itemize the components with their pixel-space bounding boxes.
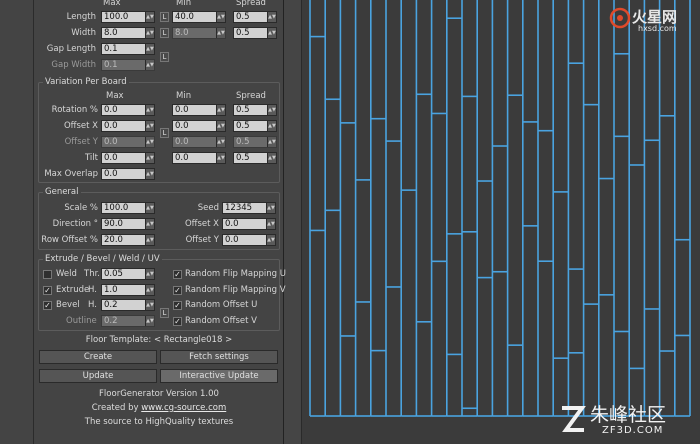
watermark-url: hxsd.com <box>638 24 677 33</box>
tilt-max-spinner[interactable]: 0.0 ▲▼ <box>101 152 155 164</box>
random-flip-v-label: Random Flip Mapping V <box>185 285 286 295</box>
weld-checkbox[interactable] <box>43 270 52 279</box>
general-group-title: General <box>43 187 81 198</box>
general-offset-x-label: Offset X <box>184 219 219 229</box>
rotation-min-spinner[interactable]: 0.0 ▲▼ <box>172 104 226 116</box>
watermark-url: ZF3D.COM <box>602 425 664 436</box>
width-min-spinner: 8.0 ▲▼ <box>172 27 226 39</box>
tilt-min-spinner[interactable]: 0.0 ▲▼ <box>172 152 226 164</box>
viewport[interactable]: 火星网 hxsd.com 朱峰社区 ZF3D.COM <box>302 0 700 444</box>
panel-edge <box>0 0 34 444</box>
direction-label: Direction ° <box>52 219 98 229</box>
offset-x-spread-spinner[interactable]: 0.5 ▲▼ <box>233 120 277 132</box>
offset-y-label: Offset Y <box>64 137 98 147</box>
direction-spinner[interactable]: 90.0 ▲▼ <box>101 218 155 230</box>
length-lock-button[interactable]: L <box>160 12 169 22</box>
tagline-text: The source to HighQuality textures <box>84 417 234 427</box>
offset-y-max-spinner: 0.0 ▲▼ <box>101 136 155 148</box>
random-flip-u-label: Random Flip Mapping U <box>185 269 287 279</box>
bevel-label: Bevel <box>56 300 80 310</box>
offset-y-min-spinner: 0.0 ▲▼ <box>172 136 226 148</box>
length-label: Length <box>66 12 96 22</box>
rotation-max-spinner[interactable]: 0.0 ▲▼ <box>101 104 155 116</box>
bevel-checkbox[interactable]: ✓ <box>43 301 52 310</box>
random-flip-u-checkbox[interactable]: ✓ <box>173 270 182 279</box>
panel-scrollbar[interactable] <box>284 0 302 444</box>
rotation-label: Rotation % <box>51 105 98 115</box>
column-min-header: Min <box>176 91 192 101</box>
create-button[interactable]: Create <box>39 350 157 364</box>
floor-template-picker[interactable]: Floor Template: < Rectangle018 > <box>34 334 284 346</box>
column-min-header: Min <box>176 0 192 8</box>
column-spread-header: Spread <box>236 0 266 8</box>
offset-x-min-spinner[interactable]: 0.0 ▲▼ <box>172 120 226 132</box>
general-offset-y-label: Offset Y <box>185 235 219 245</box>
scale-spinner[interactable]: 100.0 ▲▼ <box>101 202 155 214</box>
tilt-spread-spinner[interactable]: 0.5 ▲▼ <box>233 152 277 164</box>
offset-x-label: Offset X <box>63 121 98 131</box>
gap-length-spinner[interactable]: 0.1 ▲▼ <box>101 43 155 55</box>
seed-spinner[interactable]: 12345 ▲▼ <box>222 202 276 214</box>
bevel-lock-button[interactable]: L <box>160 308 169 318</box>
max-overlap-label: Max Overlap <box>44 169 98 179</box>
length-max-spinner[interactable]: 100.0 ▲▼ <box>101 11 155 23</box>
extrude-height-label: H. <box>88 285 97 295</box>
offset-lock-button[interactable]: L <box>160 128 169 138</box>
floor-planks-wireframe <box>309 0 691 417</box>
rotation-spread-spinner[interactable]: 0.5 ▲▼ <box>233 104 277 116</box>
weld-threshold-spinner[interactable]: 0.05 ▲▼ <box>101 268 155 280</box>
row-offset-label: Row Offset % <box>41 235 98 245</box>
column-spread-header: Spread <box>236 91 266 101</box>
row-offset-spinner[interactable]: 20.0 ▲▼ <box>101 234 155 246</box>
width-lock-button[interactable]: L <box>160 28 169 38</box>
column-max-header: Max <box>103 0 121 8</box>
gap-length-label: Gap Length <box>46 44 96 54</box>
length-min-spinner[interactable]: 40.0 ▲▼ <box>172 11 226 23</box>
outline-label: Outline <box>66 316 97 326</box>
zf3d-logo-icon <box>562 406 586 432</box>
extrude-label: Extrude <box>56 285 90 295</box>
extrude-group-title: Extrude / Bevel / Weld / UV <box>43 254 162 265</box>
bevel-height-spinner[interactable]: 0.2 ▲▼ <box>101 299 155 311</box>
random-offset-u-label: Random Offset U <box>185 300 258 310</box>
variation-group-title: Variation Per Board <box>43 77 129 88</box>
seed-label: Seed <box>197 203 219 213</box>
length-spread-spinner[interactable]: 0.5 ▲▼ <box>233 11 277 23</box>
scale-label: Scale % <box>64 203 98 213</box>
credits-line: Created by www.cg-source.com <box>34 402 284 414</box>
gap-width-label: Gap Width <box>51 60 96 70</box>
interactive-update-button[interactable]: Interactive Update <box>160 369 278 383</box>
gap-width-spinner: 0.1 ▲▼ <box>101 59 155 71</box>
weld-threshold-label: Thr. <box>84 269 100 279</box>
width-label: Width <box>71 28 96 38</box>
watermark-zf3d: 朱峰社区 ZF3D.COM <box>558 400 694 440</box>
max-overlap-spinner[interactable]: 0.0 ▲▼ <box>101 168 155 180</box>
created-by-text: Created by <box>91 403 139 413</box>
cg-source-link[interactable]: www.cg-source.com <box>141 403 226 413</box>
fetch-settings-button[interactable]: Fetch settings <box>160 350 278 364</box>
update-button[interactable]: Update <box>39 369 157 383</box>
column-max-header: Max <box>106 91 124 101</box>
width-spread-spinner[interactable]: 0.5 ▲▼ <box>233 27 277 39</box>
random-offset-u-checkbox[interactable]: ✓ <box>173 301 182 310</box>
outline-spinner: 0.2 ▲▼ <box>101 315 155 327</box>
width-max-spinner[interactable]: 8.0 ▲▼ <box>101 27 155 39</box>
gap-lock-button[interactable]: L <box>160 52 169 62</box>
bevel-height-label: H. <box>88 300 97 310</box>
random-offset-v-label: Random Offset V <box>185 316 257 326</box>
extrude-height-spinner[interactable]: 1.0 ▲▼ <box>101 284 155 296</box>
version-text: FloorGenerator Version 1.00 <box>99 389 219 399</box>
tilt-label: Tilt <box>85 153 98 163</box>
offset-y-spread-spinner: 0.5 ▲▼ <box>233 136 277 148</box>
weld-label: Weld <box>56 269 77 279</box>
extrude-checkbox[interactable]: ✓ <box>43 286 52 295</box>
watermark-hxsd: 火星网 hxsd.com <box>608 4 692 34</box>
general-offset-y-spinner[interactable]: 0.0 ▲▼ <box>222 234 276 246</box>
random-offset-v-checkbox[interactable]: ✓ <box>173 317 182 326</box>
watermark-brand: 朱峰社区 <box>590 404 667 426</box>
random-flip-v-checkbox[interactable]: ✓ <box>173 286 182 295</box>
offset-x-max-spinner[interactable]: 0.0 ▲▼ <box>101 120 155 132</box>
general-offset-x-spinner[interactable]: 0.0 ▲▼ <box>222 218 276 230</box>
